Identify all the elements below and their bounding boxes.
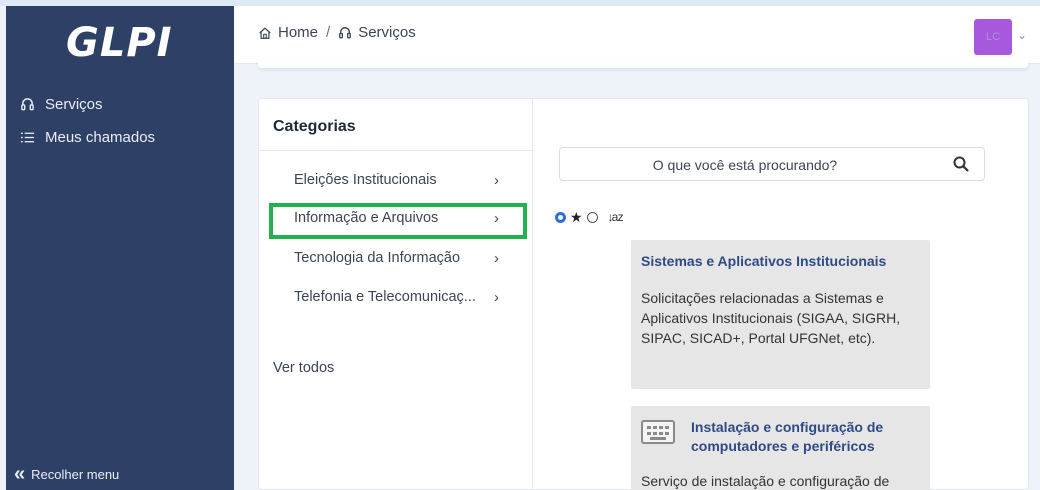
double-chevron-left-icon: « <box>14 463 26 485</box>
collapse-menu-label: Recolher menu <box>31 466 120 482</box>
sidebar-item-label: Serviços <box>45 96 103 113</box>
selected-category-highlight <box>269 203 527 239</box>
sort-options: ★ ↓a z <box>555 209 624 225</box>
sort-alphabetical-radio[interactable] <box>586 211 598 223</box>
sidebar-item-meus-chamados[interactable]: Meus chamados <box>20 129 155 146</box>
headset-icon <box>339 26 352 38</box>
chevron-right-icon: › <box>494 172 499 189</box>
sidebar-item-label: Meus chamados <box>45 129 156 146</box>
header-subbar <box>258 59 1028 68</box>
star-icon: ★ <box>570 209 583 225</box>
chevron-right-icon: › <box>494 289 499 306</box>
search-icon[interactable] <box>952 155 970 173</box>
category-item-eleicoes[interactable]: Eleições Institucionais › <box>294 172 514 189</box>
service-title[interactable]: Sistemas e Aplicativos Institucionais <box>641 252 920 271</box>
category-label: Tecnologia da Informação <box>294 250 461 266</box>
breadcrumb-separator: / <box>326 24 331 41</box>
service-title[interactable]: Instalação e configuração de computadore… <box>691 418 920 456</box>
sort-alpha-icon: ↓a z <box>607 210 624 224</box>
category-item-telefonia[interactable]: Telefonia e Telecomunicaç... › <box>294 289 514 306</box>
home-icon <box>259 26 271 39</box>
headset-icon <box>21 98 34 111</box>
service-tile[interactable]: Sistemas e Aplicativos Institucionais So… <box>631 240 930 389</box>
category-label: Telefonia e Telecomunicaç... <box>294 289 476 305</box>
categories-divider <box>259 150 533 151</box>
glpi-logo[interactable]: GLPI <box>66 20 173 66</box>
avatar-initials: LC <box>985 31 1001 43</box>
see-all-link[interactable]: Ver todos <box>273 360 334 376</box>
service-tile[interactable]: Instalação e configuração de computadore… <box>631 406 930 490</box>
sidebar-item-servicos[interactable]: Serviços <box>20 96 103 113</box>
service-catalog-card: Categorias Eleições Institucionais › Inf… <box>258 98 1029 490</box>
search-input[interactable]: O que você está procurando? <box>559 147 985 181</box>
service-description: Solicitações relacionadas a Sistemas e A… <box>641 290 901 346</box>
list-icon <box>20 132 35 143</box>
avatar[interactable]: LC <box>974 19 1012 55</box>
sidebar: GLPI Serviços Meus chamados « Recolher m… <box>6 6 234 490</box>
breadcrumb-servicos[interactable]: Serviços <box>358 24 416 41</box>
category-label: Eleições Institucionais <box>294 172 437 188</box>
collapse-menu-button[interactable]: « Recolher menu <box>14 464 119 484</box>
chevron-down-icon[interactable]: ⌄ <box>1017 28 1027 42</box>
category-item-tecnologia[interactable]: Tecnologia da Informação › <box>294 250 514 267</box>
service-description: Serviço de instalação e configuração de <box>641 473 890 489</box>
keyboard-icon <box>641 420 675 444</box>
categories-title: Categorias <box>273 118 356 135</box>
search-placeholder: O que você está procurando? <box>652 157 838 173</box>
sort-popularity-radio[interactable] <box>555 211 566 223</box>
chevron-right-icon: › <box>494 250 499 267</box>
breadcrumb-home[interactable]: Home <box>278 24 318 41</box>
categories-panel: Categorias Eleições Institucionais › Inf… <box>259 99 533 490</box>
top-header: Home / Serviços LC ⌄ <box>234 6 1040 64</box>
breadcrumb: Home / Serviços <box>258 24 416 41</box>
